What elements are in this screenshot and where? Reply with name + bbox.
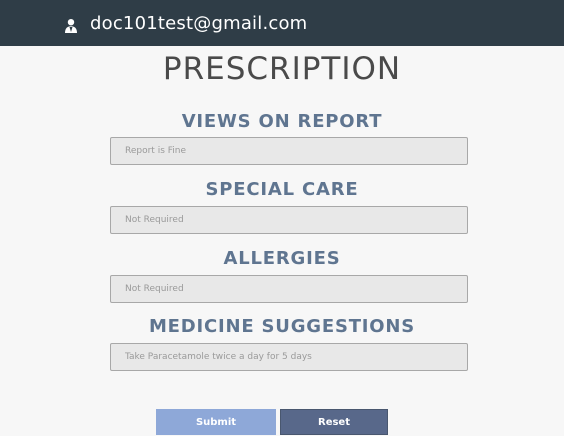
submit-button[interactable]: Submit: [156, 409, 276, 435]
allergies-heading: ALLERGIES: [223, 248, 341, 269]
allergies-field[interactable]: [110, 275, 468, 303]
page-title: PRESCRIPTION: [162, 51, 402, 87]
special-care-field[interactable]: [110, 206, 468, 234]
reset-button[interactable]: Reset: [280, 409, 388, 435]
special-care-heading: SPECIAL CARE: [205, 179, 359, 200]
medicine-suggestions-heading: MEDICINE SUGGESTIONS: [148, 316, 416, 337]
views-on-report-field[interactable]: [110, 137, 468, 165]
prescription-page: doc101test@gmail.com PRESCRIPTION VIEWS …: [0, 0, 564, 436]
views-on-report-heading: VIEWS ON REPORT: [181, 111, 383, 132]
user-email: doc101test@gmail.com: [90, 13, 308, 34]
user-icon: [65, 19, 77, 33]
medicine-suggestions-field[interactable]: [110, 343, 468, 371]
top-bar: doc101test@gmail.com: [0, 0, 564, 46]
